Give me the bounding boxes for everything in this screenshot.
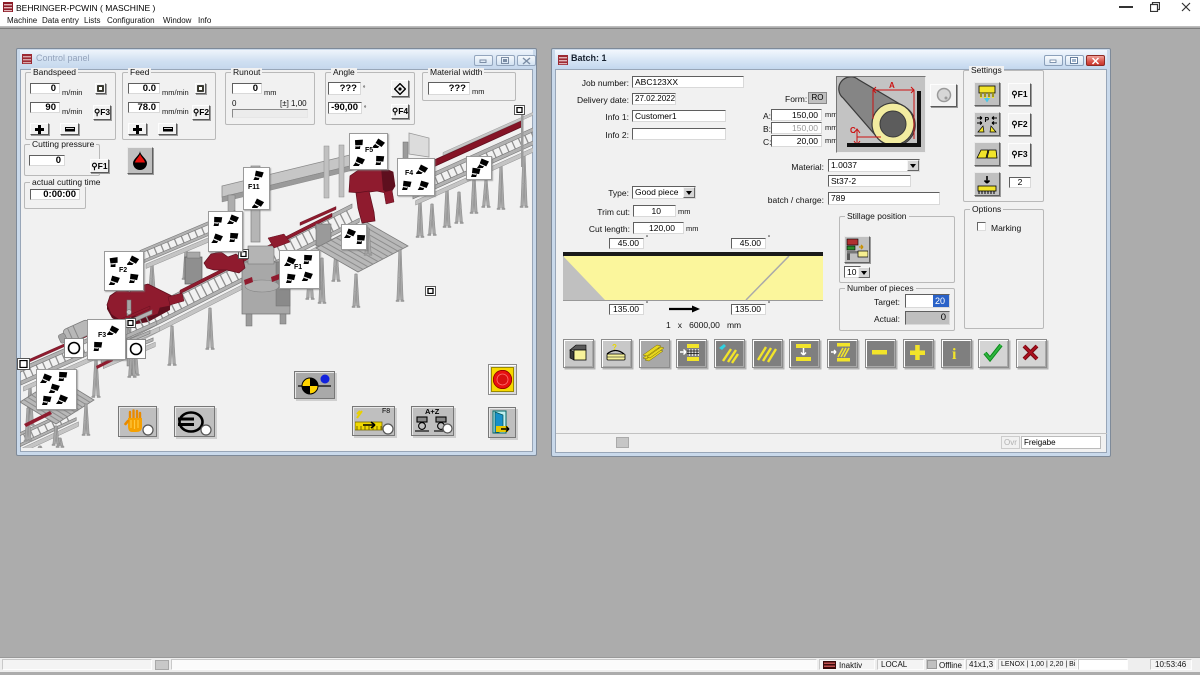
- svg-text:P: P: [985, 117, 990, 124]
- svg-text:C: C: [850, 126, 856, 135]
- svg-text:A: A: [889, 81, 895, 90]
- svg-text:i: i: [952, 346, 957, 363]
